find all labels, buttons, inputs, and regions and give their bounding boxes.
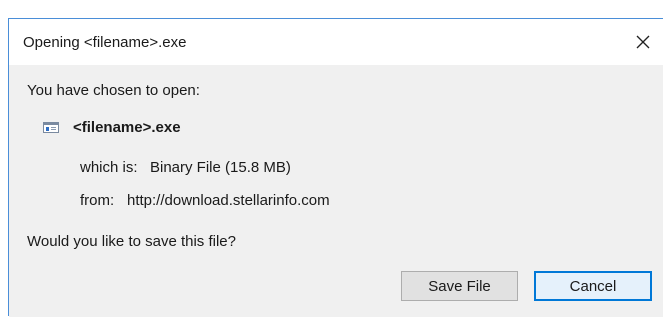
close-icon [636,35,650,49]
title-prefix: Opening [23,34,84,51]
type-label: which is: [80,159,138,176]
close-button[interactable] [626,25,660,59]
type-value: Binary File (15.8 MB) [150,159,291,176]
save-question: Would you like to save this file? [27,233,236,250]
file-name: <filename>.exe [73,119,181,136]
exe-file-icon [43,122,59,133]
save-file-button[interactable]: Save File [401,271,518,301]
title-filename: <filename>.exe [83,34,187,51]
download-dialog: Opening <filename>.exe You have chosen t… [8,18,663,317]
title-bar: Opening <filename>.exe [9,19,663,65]
from-value: http://download.stellarinfo.com [127,192,330,209]
intro-text: You have chosen to open: [27,82,200,99]
cancel-button[interactable]: Cancel [534,271,652,301]
from-label: from: [80,192,115,209]
dialog-title: Opening <filename>.exe [23,34,186,51]
